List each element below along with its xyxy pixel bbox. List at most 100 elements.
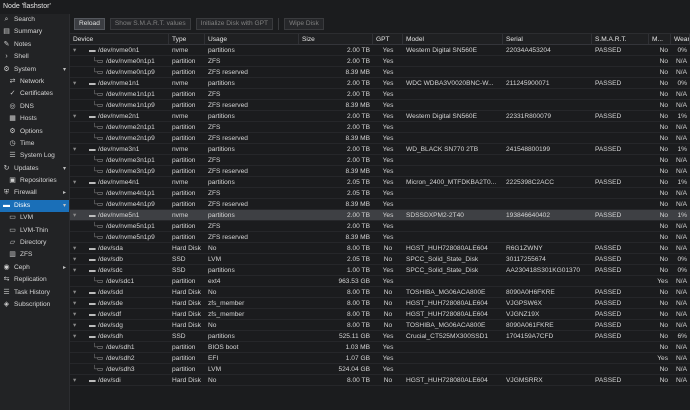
table-row[interactable]: └▭/dev/sdc1 partition ext4 963.53 GB Yes Yes N… xyxy=(70,276,690,287)
column-header-4[interactable]: GPT xyxy=(373,34,403,44)
tree-expander-icon[interactable]: ▾ xyxy=(73,45,89,55)
column-header-7[interactable]: S.M.A.R.T. xyxy=(592,34,649,44)
tree-expander-icon[interactable]: ▾ xyxy=(73,320,89,330)
sidebar-item-system[interactable]: ⚙ System ▾ xyxy=(0,64,69,76)
sidebar-item-subscription[interactable]: ◈ Subscription xyxy=(0,299,69,311)
table-row[interactable]: └▭/dev/nvme3n1p1 partition ZFS 2.00 TB Yes No… xyxy=(70,155,690,166)
table-row[interactable]: └▭/dev/nvme5n1p1 partition ZFS 2.00 TB Yes No… xyxy=(70,221,690,232)
column-header-8[interactable]: M... xyxy=(649,34,671,44)
sidebar-item-certificates[interactable]: ✓ Certificates xyxy=(0,88,69,100)
table-row[interactable]: ▾ ▬/dev/sdb SSD LVM 2.05 TB No SPCC_Solid_Stat… xyxy=(70,254,690,265)
reload-button[interactable]: Reload xyxy=(74,17,105,30)
sidebar-item-dns[interactable]: ◎ DNS xyxy=(0,101,69,113)
table-row[interactable]: └▭/dev/sdh3 partition LVM 524.04 GB Yes No N/A xyxy=(70,364,690,375)
hard-disk-icon: ▬ xyxy=(89,245,96,252)
chevron-down-icon[interactable]: ▾ xyxy=(63,64,66,76)
tree-expander-icon[interactable]: ▾ xyxy=(73,287,89,297)
table-row[interactable]: ▾ ▬/dev/sda Hard Disk No 8.00 TB No HGST_HUH72… xyxy=(70,243,690,254)
tree-expander-icon[interactable]: ▾ xyxy=(73,243,89,253)
table-row[interactable]: └▭/dev/nvme0n1p9 partition ZFS reserved 8.3… xyxy=(70,67,690,78)
sidebar-item-replication[interactable]: ⇆ Replication xyxy=(0,274,69,286)
sidebar-item-summary[interactable]: ▤ Summary xyxy=(0,26,69,38)
chevron-right-icon[interactable]: ▸ xyxy=(63,262,66,274)
table-row[interactable]: ▾ ▬/dev/nvme5n1 nvme partitions 2.00 TB Yes SD… xyxy=(70,210,690,221)
table-row[interactable]: └▭/dev/nvme1n1p9 partition ZFS reserved 8.3… xyxy=(70,100,690,111)
table-row[interactable]: ▾ ▬/dev/sdd Hard Disk No 8.00 TB No TOSHIBA_MG… xyxy=(70,287,690,298)
sidebar-item-disks[interactable]: ▬ Disks ▾ xyxy=(0,199,69,213)
sidebar-item-repositories[interactable]: ▣ Repositories xyxy=(0,175,69,187)
column-header-2[interactable]: Usage xyxy=(205,34,299,44)
table-row[interactable]: ▾ ▬/dev/nvme1n1 nvme partitions 2.00 TB Yes WD… xyxy=(70,78,690,89)
sidebar-item-hosts[interactable]: ▦ Hosts xyxy=(0,113,69,125)
table-row[interactable]: └▭/dev/nvme3n1p9 partition ZFS reserved 8.3… xyxy=(70,166,690,177)
table-row[interactable]: ▾ ▬/dev/sdi Hard Disk No 8.00 TB No HGST_HUH72… xyxy=(70,375,690,386)
table-row[interactable]: ▾ ▬/dev/nvme3n1 nvme partitions 2.00 TB Yes WD… xyxy=(70,144,690,155)
table-row[interactable]: ▾ ▬/dev/nvme2n1 nvme partitions 2.00 TB Yes We… xyxy=(70,111,690,122)
wearout-cell: N/A xyxy=(676,190,687,197)
sidebar-item-zfs[interactable]: ▥ ZFS xyxy=(0,249,69,261)
table-row[interactable]: ▾ ▬/dev/sdg Hard Disk No 8.00 TB No TOSHIBA_MG… xyxy=(70,320,690,331)
tree-expander-icon[interactable]: ▾ xyxy=(73,254,89,264)
usage-cell: ZFS reserved xyxy=(208,234,248,241)
tree-expander-icon[interactable]: ▾ xyxy=(73,309,89,319)
serial-cell: AA230418S301KG01370 xyxy=(506,267,581,274)
mounted-cell: No xyxy=(659,212,668,219)
table-row[interactable]: ▾ ▬/dev/sdh SSD partitions 525.11 GB Yes Cruci… xyxy=(70,331,690,342)
tree-expander-icon[interactable]: ▾ xyxy=(73,298,89,308)
sidebar-item-task-history[interactable]: ☰ Task History xyxy=(0,287,69,299)
column-header-5[interactable]: Model xyxy=(403,34,503,44)
chevron-down-icon[interactable]: ▾ xyxy=(63,200,66,212)
type-cell: nvme xyxy=(172,146,189,153)
folder-icon: ▱ xyxy=(9,239,16,247)
column-header-3[interactable]: Size xyxy=(299,34,373,44)
column-header-1[interactable]: Type xyxy=(169,34,205,44)
sidebar-item-lvm[interactable]: ▭ LVM xyxy=(0,212,69,224)
table-row[interactable]: └▭/dev/nvme4n1p9 partition ZFS reserved 8.3… xyxy=(70,199,690,210)
replication-icon: ⇆ xyxy=(3,276,10,284)
table-row[interactable]: ▾ ▬/dev/sde Hard Disk zfs_member 8.00 TB No HG… xyxy=(70,298,690,309)
table-row[interactable]: └▭/dev/nvme5n1p9 partition ZFS reserved 8.3… xyxy=(70,232,690,243)
table-row[interactable]: └▭/dev/sdh2 partition EFI 1.07 GB Yes Yes N/A xyxy=(70,353,690,364)
tree-expander-icon[interactable]: ▾ xyxy=(73,265,89,275)
sidebar-item-notes[interactable]: ✎ Notes xyxy=(0,39,69,51)
column-header-0[interactable]: Device xyxy=(70,34,169,44)
tree-expander-icon[interactable]: ▾ xyxy=(73,331,89,341)
tree-expander-icon[interactable]: ▾ xyxy=(73,375,89,385)
table-row[interactable]: └▭/dev/nvme1n1p1 partition ZFS 2.00 TB Yes No… xyxy=(70,89,690,100)
sidebar-item-time[interactable]: ◷ Time xyxy=(0,138,69,150)
sidebar-item-updates[interactable]: ↻ Updates ▾ xyxy=(0,163,69,175)
disks-icon: ▬ xyxy=(3,201,10,209)
show-smart-button[interactable]: Show S.M.A.R.T. values xyxy=(109,17,191,30)
sidebar-item-lvm-thin[interactable]: ▭ LVM-Thin xyxy=(0,225,69,237)
column-header-9[interactable]: Wearout xyxy=(671,34,690,44)
sidebar-item-search[interactable]: ⌕ Search xyxy=(0,14,69,26)
table-row[interactable]: ▾ ▬/dev/sdf Hard Disk zfs_member 8.00 TB No HG… xyxy=(70,309,690,320)
tree-expander-icon[interactable]: ▾ xyxy=(73,78,89,88)
table-row[interactable]: ▾ ▬/dev/nvme0n1 nvme partitions 2.00 TB Yes We… xyxy=(70,45,690,56)
table-row[interactable]: └▭/dev/nvme2n1p1 partition ZFS 2.00 TB Yes No… xyxy=(70,122,690,133)
sidebar-item-system-log[interactable]: ☰ System Log xyxy=(0,150,69,162)
smart-cell: PASSED xyxy=(595,300,622,307)
wipe-disk-button[interactable]: Wipe Disk xyxy=(284,17,324,30)
sidebar-item-ceph[interactable]: ◉ Ceph ▸ xyxy=(0,262,69,274)
tree-expander-icon[interactable]: ▾ xyxy=(73,210,89,220)
table-row[interactable]: └▭/dev/nvme2n1p9 partition ZFS reserved 8.3… xyxy=(70,133,690,144)
sidebar-item-network[interactable]: ⇄ Network xyxy=(0,76,69,88)
chevron-right-icon[interactable]: ▸ xyxy=(63,187,66,199)
column-header-6[interactable]: Serial xyxy=(503,34,592,44)
sidebar-item-options[interactable]: ⚙ Options xyxy=(0,126,69,138)
sidebar-item-directory[interactable]: ▱ Directory xyxy=(0,237,69,249)
initialize-gpt-button[interactable]: Initialize Disk with GPT xyxy=(195,17,274,30)
sidebar-item-firewall[interactable]: ⛨ Firewall ▸ xyxy=(0,187,69,199)
table-row[interactable]: └▭/dev/nvme4n1p1 partition ZFS 2.05 TB Yes No… xyxy=(70,188,690,199)
table-row[interactable]: └▭/dev/nvme0n1p1 partition ZFS 2.00 TB Yes No… xyxy=(70,56,690,67)
tree-expander-icon[interactable]: ▾ xyxy=(73,144,89,154)
chevron-down-icon[interactable]: ▾ xyxy=(63,163,66,175)
table-row[interactable]: ▾ ▬/dev/sdc SSD partitions 1.00 TB Yes SPCC_So… xyxy=(70,265,690,276)
table-row[interactable]: └▭/dev/sdh1 partition BIOS boot 1.03 MB Yes N… xyxy=(70,342,690,353)
tree-expander-icon[interactable]: ▾ xyxy=(73,177,89,187)
sidebar-item-shell[interactable]: › Shell xyxy=(0,51,69,63)
tree-expander-icon[interactable]: ▾ xyxy=(73,111,89,121)
table-row[interactable]: ▾ ▬/dev/nvme4n1 nvme partitions 2.05 TB Yes Mi… xyxy=(70,177,690,188)
device-name: /dev/sdh2 xyxy=(106,355,135,362)
